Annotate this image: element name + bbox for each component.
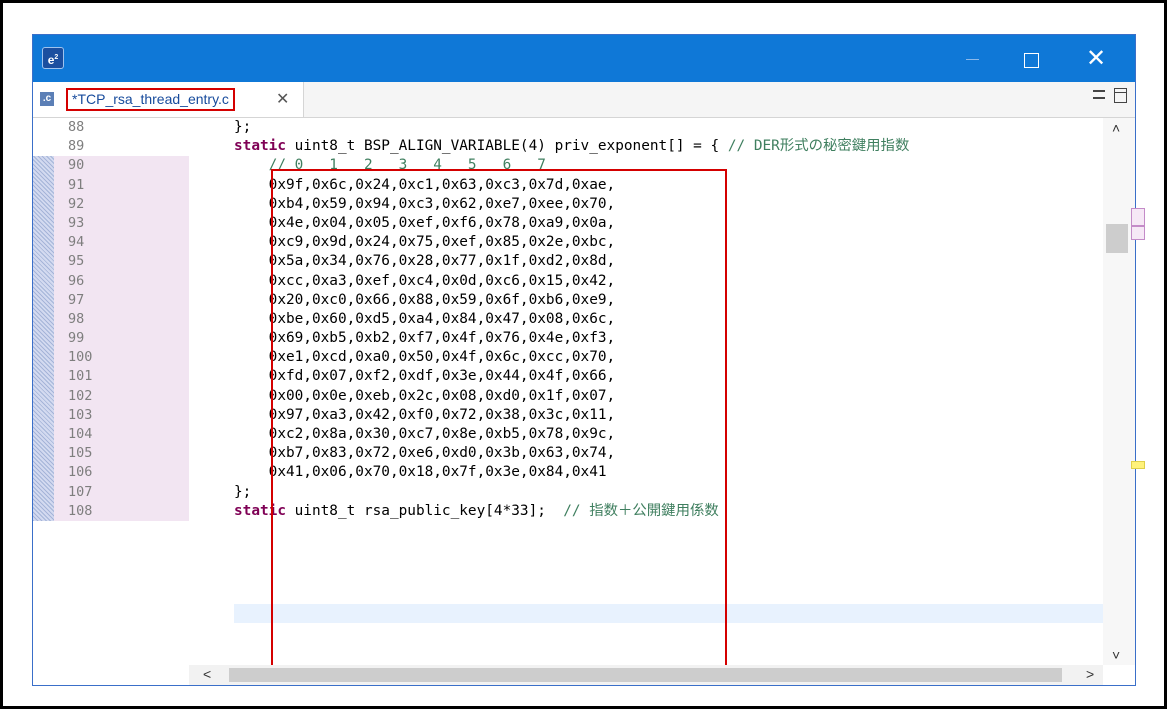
code-text: }; [234, 119, 252, 135]
minimize-button[interactable] [949, 35, 995, 82]
tab-title[interactable]: *TCP_rsa_thread_entry.c [66, 88, 235, 111]
line-number: 96 [68, 272, 85, 289]
e2-studio-logo-icon: e2 [42, 47, 64, 69]
line-number: 106 [68, 464, 93, 481]
tab-tcp-rsa-thread-entry[interactable]: .c *TCP_rsa_thread_entry.c ✕ [33, 82, 304, 117]
tab-close-icon[interactable]: ✕ [276, 89, 289, 109]
line-number: 108 [68, 502, 93, 519]
close-button[interactable]: ✕ [1073, 35, 1119, 82]
line-number: 91 [68, 176, 85, 193]
code-text: uint8_t BSP_ALIGN_VARIABLE(4) priv_expon… [285, 138, 728, 155]
editor-tab-bar: .c *TCP_rsa_thread_entry.c ✕ [33, 82, 1135, 118]
line-number: 88 [68, 119, 85, 135]
line-number: 100 [68, 349, 93, 366]
minimize-icon [965, 58, 979, 60]
view-maximize-icon[interactable] [1114, 88, 1127, 103]
line-number: 101 [68, 368, 93, 385]
maximize-icon [1023, 52, 1039, 68]
c-file-icon: .c [40, 92, 54, 106]
line-number: 102 [68, 387, 93, 404]
ide-window: e2 ✕ .c *TCP_rsa_thread_entry.c ✕ 88 89 90… [32, 34, 1145, 686]
scroll-up-icon[interactable]: ˄ [1112, 120, 1120, 136]
overview-ruler-warning-mark[interactable] [1131, 461, 1145, 469]
line-number: 93 [68, 214, 85, 231]
highlight-box-key-bytes [271, 169, 727, 665]
line-number: 92 [68, 195, 85, 212]
line-number: 99 [68, 330, 85, 347]
scroll-down-icon[interactable]: ˅ [1112, 647, 1120, 663]
title-bar: e2 ✕ [33, 35, 1135, 82]
line-number: 97 [68, 291, 85, 308]
line-number: 90 [68, 157, 85, 174]
change-ruler [33, 118, 54, 665]
line-number: 94 [68, 234, 85, 251]
code-comment: // DER形式の秘密鍵用指数 [727, 138, 910, 155]
view-minimize-icon[interactable] [1093, 90, 1105, 99]
code-editor[interactable]: 88 89 90 91 92 93 94 95 96 97 98 99 100 101 102 103 104 1… [33, 118, 1135, 665]
horizontal-scroll-thumb[interactable] [229, 668, 1062, 682]
line-number: 107 [68, 483, 93, 500]
line-number: 105 [68, 445, 93, 462]
code-line[interactable]: }; [234, 118, 909, 137]
vertical-scroll-thumb[interactable] [1106, 224, 1128, 253]
line-number: 103 [68, 406, 93, 423]
scroll-right-icon[interactable]: > [1086, 666, 1094, 682]
code-text: }; [234, 483, 252, 500]
line-number: 89 [68, 138, 85, 155]
horizontal-scrollbar[interactable]: < > [189, 665, 1103, 685]
scroll-left-icon[interactable]: < [203, 666, 211, 682]
line-numbers: 88 89 90 91 92 93 94 95 96 97 98 99 100 101 102 103 104 1… [68, 118, 92, 521]
line-number: 104 [68, 426, 93, 442]
line-number: 98 [68, 310, 85, 327]
code-line[interactable]: static uint8_t BSP_ALIGN_VARIABLE(4) pri… [234, 137, 909, 156]
line-number: 95 [68, 253, 85, 270]
overview-ruler-mark[interactable] [1131, 226, 1145, 240]
keyword: static [234, 138, 286, 155]
overview-ruler-mark[interactable] [1131, 208, 1145, 226]
change-ruler-mark [33, 156, 54, 521]
maximize-button[interactable] [1008, 35, 1054, 82]
vertical-scrollbar[interactable]: ˄ ˅ [1103, 118, 1145, 665]
